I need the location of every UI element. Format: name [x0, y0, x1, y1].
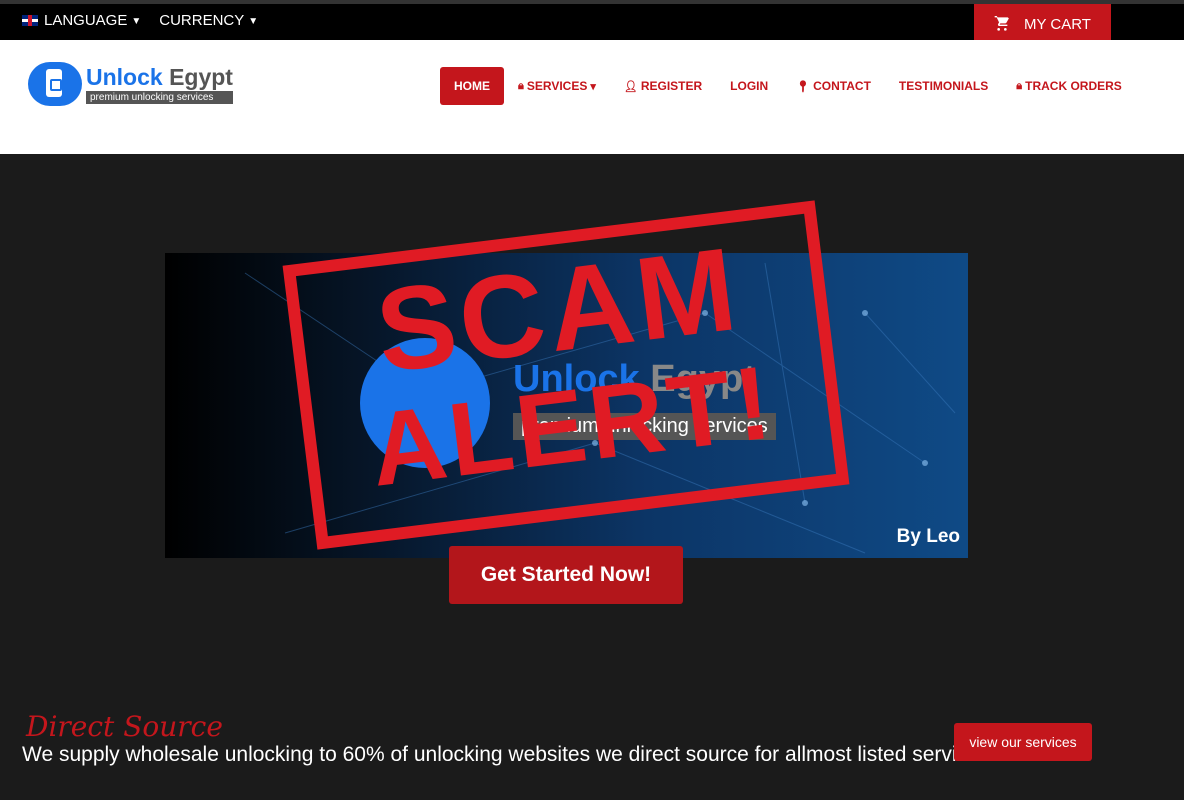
cart-icon	[994, 16, 1009, 31]
chevron-down-icon: ▼	[131, 16, 142, 27]
get-started-button[interactable]: Get Started Now!	[449, 546, 683, 604]
nav-contact[interactable]: 📍︎ CONTACT	[782, 67, 885, 105]
user-icon: 👤︎	[623, 80, 638, 93]
section-text: We supply wholesale unlocking to 60% of …	[22, 743, 990, 766]
site-header: Unlock Egypt premium unlocking services …	[0, 40, 1184, 154]
uk-flag-icon	[22, 15, 38, 26]
caret-down-icon: ▾	[590, 80, 596, 93]
language-label: LANGUAGE	[44, 12, 128, 29]
nav-services[interactable]: 🔒︎ SERVICES ▾	[504, 67, 610, 105]
cart-label: MY CART	[1024, 15, 1091, 33]
nav-login[interactable]: LOGIN	[716, 67, 782, 105]
chevron-down-icon: ▼	[248, 16, 259, 27]
top-bar: LANGUAGE ▼ CURRENCY ▼ MY CART	[0, 0, 1184, 44]
currency-label: CURRENCY	[159, 12, 245, 29]
top-links: LANGUAGE ▼ CURRENCY ▼	[22, 12, 258, 29]
phone-lock-icon	[28, 62, 82, 106]
nav-testimonials[interactable]: TESTIMONIALS	[885, 67, 1002, 105]
direct-source-section: Direct Source We supply wholesale unlock…	[0, 654, 1184, 800]
logo-tagline: premium unlocking services	[86, 90, 233, 104]
map-pin-icon: 📍︎	[796, 80, 811, 93]
my-cart-button[interactable]: MY CART	[974, 4, 1111, 44]
currency-dropdown[interactable]: CURRENCY ▼	[159, 12, 258, 29]
nav-register[interactable]: 👤︎ REGISTER	[610, 67, 716, 105]
section-title: Direct Source	[26, 710, 223, 743]
lock-icon: 🔒︎	[518, 79, 524, 92]
banner-byline: By Leo	[896, 526, 960, 547]
main-nav: HOME 🔒︎ SERVICES ▾ 👤︎ REGISTER LOGIN 📍︎ …	[440, 67, 1136, 105]
nav-track-orders[interactable]: 🔒︎ TRACK ORDERS	[1002, 67, 1136, 105]
language-dropdown[interactable]: LANGUAGE ▼	[22, 12, 141, 29]
site-logo[interactable]: Unlock Egypt premium unlocking services	[28, 62, 233, 106]
logo-title: Unlock Egypt	[86, 63, 233, 90]
nav-home[interactable]: HOME	[440, 67, 504, 105]
view-services-button[interactable]: view our services	[954, 723, 1092, 761]
hero-section: Unlock Egypt premium unlocking services …	[0, 154, 1184, 654]
lock-icon: 🔒︎	[1016, 79, 1023, 92]
